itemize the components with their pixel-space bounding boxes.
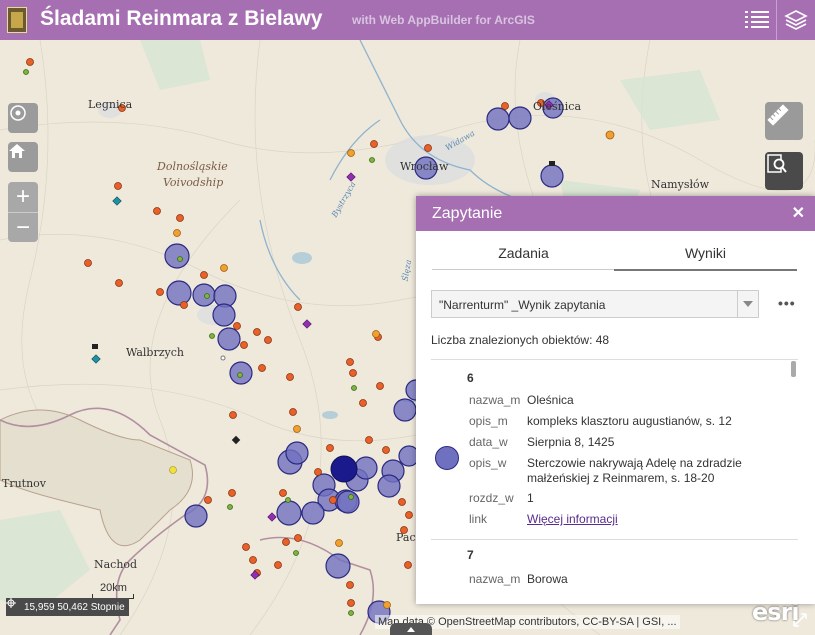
results-scrollbar[interactable] — [791, 359, 797, 589]
locate-icon — [10, 105, 26, 121]
chevron-down-icon — [737, 291, 758, 317]
city-label-olesnica: Oleśnica — [533, 100, 582, 113]
field-row: nazwa_m Borowa — [469, 572, 789, 587]
query-panel: Zapytanie ✕ Zadania Wyniki "Narrenturm" … — [416, 196, 815, 604]
panel-header: Zapytanie ✕ — [416, 196, 815, 231]
region-label-line2: Voivodship — [163, 176, 224, 189]
scale-label: 20km — [100, 582, 127, 594]
field-value: 1 — [527, 491, 534, 505]
result-count: Liczba znalezionych obiektów: 48 — [431, 333, 610, 347]
field-value: Sierpnia 8, 1425 — [527, 435, 615, 449]
field-value: Borowa — [527, 572, 568, 586]
zoom-in-button[interactable]: + — [8, 182, 38, 213]
ruler-icon — [767, 104, 789, 126]
field-row: opis_m kompleks klasztoru augustianów, s… — [469, 414, 789, 429]
field-row: opis_w Sterczowie nakrywają Adelę na zdr… — [469, 456, 789, 486]
home-button[interactable] — [8, 142, 38, 172]
field-value: Sterczowie nakrywają Adelę na zdradzie m… — [527, 456, 742, 485]
field-key: rozdz_w — [469, 491, 514, 505]
query-button[interactable] — [765, 152, 803, 190]
field-row: data_w Sierpnia 8, 1425 — [469, 435, 789, 450]
field-row: rozdz_w 1 — [469, 491, 789, 506]
result-symbol-icon — [435, 446, 459, 470]
resize-icon[interactable] — [790, 610, 810, 630]
city-label-trutnov: Trutnov — [2, 477, 47, 490]
result-id: 7 — [467, 548, 474, 562]
app-title: Śladami Reinmara z Bielawy — [40, 7, 323, 30]
home-icon — [9, 144, 25, 158]
query-result-select[interactable]: "Narrenturm" _Wynik zapytania — [431, 290, 759, 318]
field-value: kompleks klasztoru augustianów, s. 12 — [527, 414, 732, 428]
tab-wyniki[interactable]: Wyniki — [614, 245, 797, 271]
coordinate-text: 15,959 50,462 Stopnie — [24, 601, 125, 613]
field-row: nazwa_m Oleśnica — [469, 393, 789, 408]
coordinate-display[interactable]: 15,959 50,462 Stopnie — [6, 598, 129, 616]
region-label-line1: Dolnośląskie — [157, 160, 228, 173]
field-row: link Więcej informacji — [469, 512, 789, 527]
query-search-icon — [767, 154, 787, 173]
result-item[interactable]: 7 nazwa_m Borowa — [431, 540, 798, 590]
city-label-walbrzych: Walbrzych — [126, 346, 184, 359]
results-list: 6 nazwa_m Oleśnica opis_m kompleks klasz… — [431, 359, 798, 590]
legend-list-icon[interactable] — [738, 0, 776, 40]
zoom-out-button[interactable]: − — [8, 213, 38, 243]
field-key: link — [469, 512, 488, 526]
more-info-link[interactable]: Więcej informacji — [527, 512, 789, 527]
tab-zadania[interactable]: Zadania — [432, 245, 615, 270]
locate-button[interactable] — [8, 103, 38, 133]
result-id: 6 — [467, 371, 474, 385]
field-key: opis_m — [469, 414, 508, 428]
field-key: data_w — [469, 435, 508, 449]
more-options-icon[interactable]: ••• — [778, 295, 796, 311]
attribution-toggle[interactable] — [390, 623, 432, 635]
city-label-nachod: Nachod — [94, 558, 138, 571]
field-key: opis_w — [469, 456, 507, 470]
city-label-legnica: Legnica — [88, 98, 133, 111]
query-result-value: "Narrenturm" _Wynik zapytania — [439, 298, 606, 312]
app-subtitle: with Web AppBuilder for ArcGIS — [352, 13, 535, 27]
field-value: Oleśnica — [527, 393, 574, 407]
panel-title: Zapytanie — [432, 205, 503, 222]
zoom-control: + − — [8, 182, 38, 242]
app-logo — [7, 7, 27, 33]
city-label-namyslow: Namysłów — [651, 178, 710, 191]
field-key: nazwa_m — [469, 572, 521, 586]
app-header: Śladami Reinmara z Bielawy with Web AppB… — [0, 0, 815, 40]
layers-icon[interactable] — [776, 0, 815, 40]
city-label-wroclaw: Wrocław — [400, 160, 449, 173]
field-key: nazwa_m — [469, 393, 521, 407]
measure-button[interactable] — [765, 102, 803, 140]
result-item[interactable]: 6 nazwa_m Oleśnica opis_m kompleks klasz… — [431, 360, 798, 540]
scale-bar: 20km — [92, 582, 134, 599]
close-icon[interactable]: ✕ — [792, 203, 805, 223]
